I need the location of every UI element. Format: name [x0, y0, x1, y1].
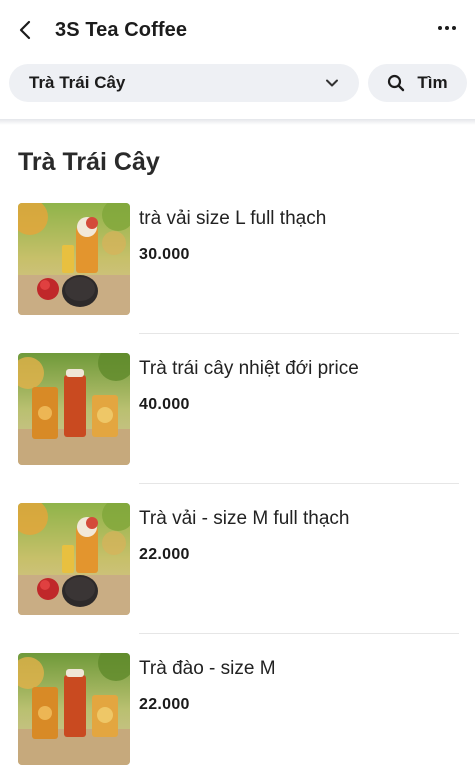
top-bar: 3S Tea Coffee	[0, 0, 475, 60]
product-item[interactable]: Trà đào - size M 22.000	[0, 650, 475, 781]
search-button[interactable]: Tìm	[368, 64, 467, 102]
product-item[interactable]: trà vải size L full thạch 30.000	[0, 200, 475, 350]
product-list: trà vải size L full thạch 30.000 Trà trá…	[0, 200, 475, 781]
search-button-label: Tìm	[417, 73, 448, 92]
category-dropdown[interactable]: Trà Trái Cây	[9, 64, 359, 102]
product-name: Trà trái cây nhiệt đới price	[139, 358, 359, 379]
product-name: Trà vải - size M full thạch	[139, 508, 350, 529]
page-title: 3S Tea Coffee	[55, 19, 188, 41]
chevron-down-icon	[326, 79, 338, 87]
product-price: 22.000	[139, 696, 190, 713]
list-divider	[139, 633, 459, 634]
product-price: 22.000	[139, 546, 190, 563]
product-image-tropical-fruit-tea	[18, 353, 130, 465]
product-price: 40.000	[139, 396, 190, 413]
product-name: Trà đào - size M	[139, 658, 276, 679]
product-price: 30.000	[139, 246, 190, 263]
product-image-peach-tea	[18, 653, 130, 765]
header-shadow-divider	[0, 119, 475, 125]
search-icon	[388, 74, 405, 92]
category-dropdown-label: Trà Trái Cây	[29, 73, 126, 92]
list-divider	[139, 333, 459, 334]
product-item[interactable]: Trà vải - size M full thạch 22.000	[0, 500, 475, 650]
more-options-button[interactable]	[433, 16, 461, 40]
filter-bar: Trà Trái Cây Tìm	[0, 60, 475, 120]
list-divider	[139, 483, 459, 484]
product-name: trà vải size L full thạch	[139, 208, 327, 229]
product-image-lychee-tea	[18, 203, 130, 315]
section-title: Trà Trái Cây	[18, 148, 160, 176]
chevron-left-icon	[19, 20, 31, 40]
more-horizontal-icon	[438, 26, 442, 30]
product-item[interactable]: Trà trái cây nhiệt đới price 40.000	[0, 350, 475, 500]
back-button[interactable]	[10, 14, 40, 46]
product-image-lychee-tea	[18, 503, 130, 615]
